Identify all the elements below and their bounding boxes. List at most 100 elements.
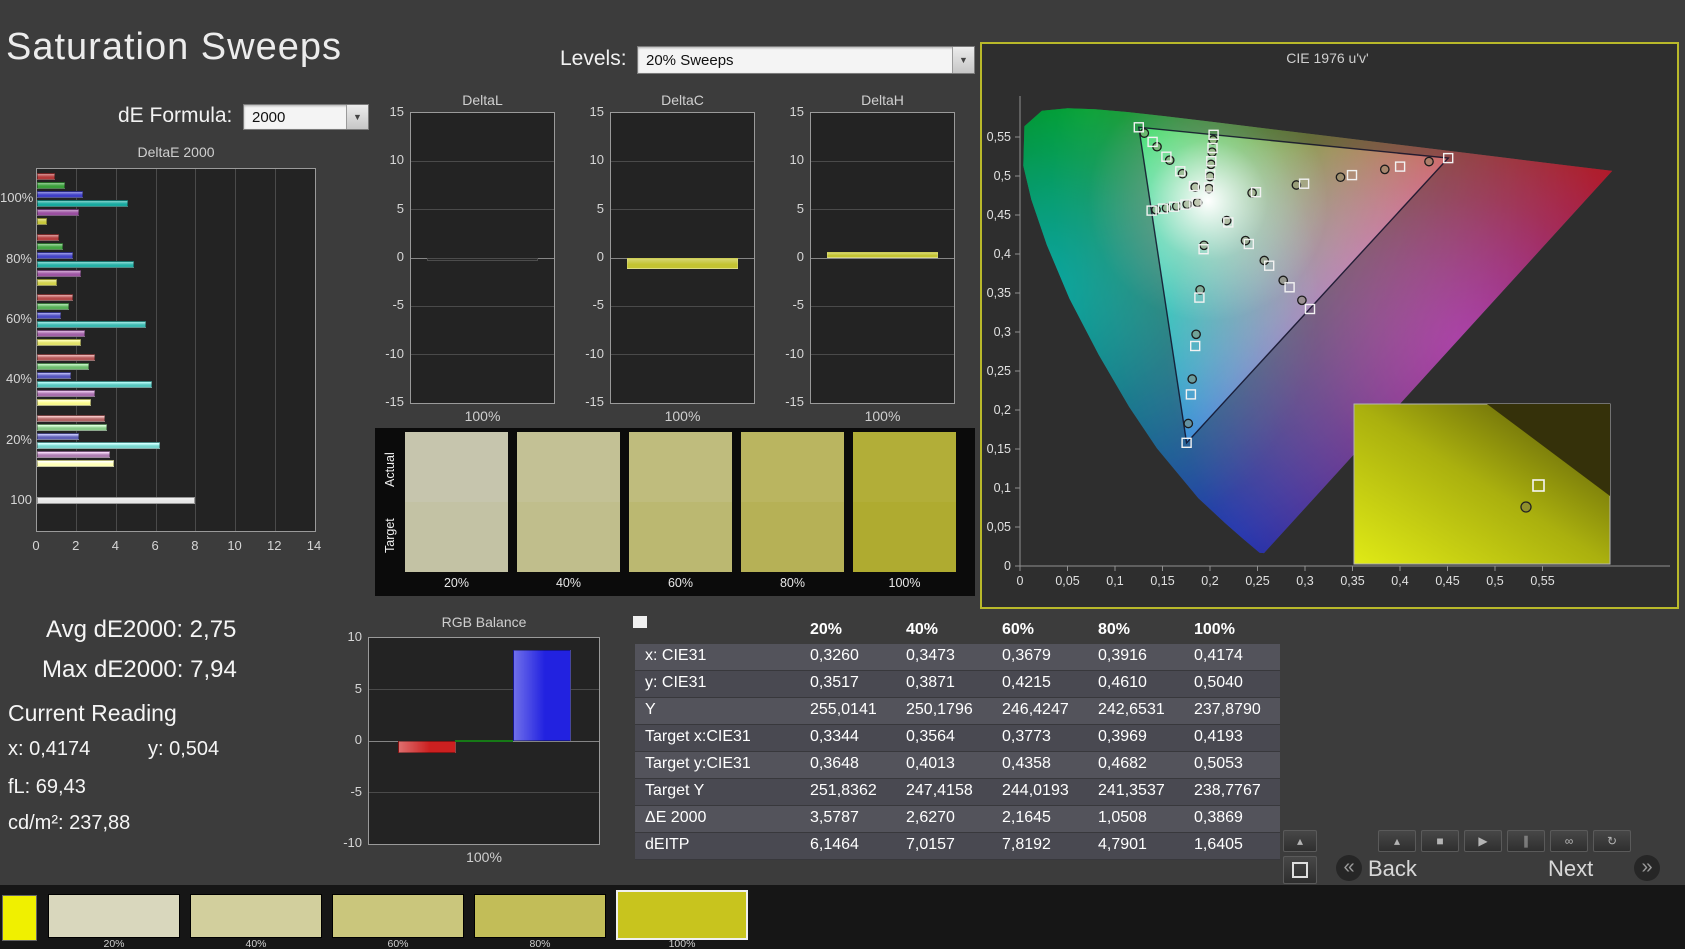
gridline bbox=[611, 160, 754, 162]
current-fl: fL: 69,43 bbox=[8, 776, 86, 798]
level-swatch-80%[interactable] bbox=[474, 894, 606, 938]
table-cell: 0,3517 bbox=[810, 674, 859, 691]
next-chevron-icon[interactable]: » bbox=[1634, 855, 1660, 881]
deltal-chart-title: DeltaL bbox=[462, 92, 503, 108]
deltae-bar-yellow bbox=[37, 278, 57, 286]
deltae-gridline bbox=[76, 169, 78, 531]
table-cell: 0,4358 bbox=[1002, 755, 1051, 772]
sweep-swatch-80% bbox=[741, 432, 844, 572]
svg-text:0,55: 0,55 bbox=[987, 130, 1011, 144]
rgb-y-tick: -10 bbox=[343, 835, 362, 850]
deltaL-y-tick: -15 bbox=[385, 394, 404, 409]
deltac-chart bbox=[610, 112, 755, 404]
gridline bbox=[611, 354, 754, 356]
deltaL-y-tick: -10 bbox=[385, 345, 404, 361]
current-color-swatch bbox=[2, 895, 37, 941]
de-formula-value: 2000 bbox=[252, 108, 286, 126]
table-cell: 0,4610 bbox=[1098, 674, 1147, 691]
deltae-bar-white bbox=[37, 497, 195, 505]
back-chevron-icon[interactable]: « bbox=[1336, 855, 1362, 881]
deltae-bar-green bbox=[37, 302, 69, 310]
play-button[interactable]: ▶ bbox=[1464, 830, 1502, 852]
current-y: y: 0,504 bbox=[148, 738, 220, 760]
cie-measured-point bbox=[1183, 418, 1194, 429]
deltae-y-tick: 40% bbox=[5, 371, 32, 387]
gridline bbox=[411, 209, 554, 211]
level-swatch-60%[interactable] bbox=[332, 894, 464, 938]
table-cell: 1,0508 bbox=[1098, 809, 1147, 826]
sweep-swatch-40% bbox=[517, 432, 620, 572]
deltaL-y-tick: 5 bbox=[396, 200, 404, 216]
refresh-button[interactable]: ↻ bbox=[1593, 830, 1631, 852]
table-row-label: y: CIE31 bbox=[645, 674, 707, 691]
table-cell: 7,8192 bbox=[1002, 836, 1051, 853]
deltaL-y-tick: -5 bbox=[392, 297, 404, 313]
svg-text:0,55: 0,55 bbox=[1530, 574, 1554, 588]
cie-measured-point bbox=[1164, 155, 1175, 166]
swatch-target-half bbox=[629, 502, 732, 572]
gridline bbox=[611, 305, 754, 307]
back-button[interactable]: Back bbox=[1368, 856, 1417, 882]
table-cell: 247,4158 bbox=[906, 782, 973, 799]
deltaH-y-tick: -15 bbox=[785, 394, 804, 409]
swatch-actual-half bbox=[853, 432, 956, 502]
swatch-actual-half bbox=[629, 432, 732, 502]
panel-up-button[interactable]: ▴ bbox=[1283, 830, 1317, 852]
table-cell: 0,3344 bbox=[810, 728, 859, 745]
pause-button[interactable]: ∥ bbox=[1507, 830, 1545, 852]
table-cell: 0,3869 bbox=[1194, 809, 1243, 826]
levels-dropdown[interactable]: 20% Sweeps ▼ bbox=[637, 46, 975, 74]
table-row-label: Target x:CIE31 bbox=[645, 728, 751, 745]
deltae-y-tick: 60% bbox=[5, 310, 32, 326]
deltae-gridline bbox=[115, 169, 117, 531]
rgb-bar-blue bbox=[512, 650, 571, 741]
chevron-down-icon[interactable]: ▼ bbox=[952, 47, 974, 73]
deltae-gridline bbox=[155, 169, 157, 531]
level-swatch-40%[interactable] bbox=[190, 894, 322, 938]
deltaC-y-tick: 5 bbox=[596, 200, 604, 216]
table-row-label: Y bbox=[645, 701, 656, 718]
table-cell: 6,1464 bbox=[810, 836, 859, 853]
de-formula-dropdown[interactable]: 2000 ▼ bbox=[243, 104, 369, 130]
svg-text:0,3: 0,3 bbox=[1296, 574, 1313, 588]
svg-text:0,15: 0,15 bbox=[987, 442, 1011, 456]
table-header: 20% 40% 60% 80% 100% bbox=[635, 618, 1280, 644]
table-cell: 0,3871 bbox=[906, 674, 955, 691]
deltae-y-tick: 20% bbox=[5, 431, 32, 447]
deltae-chart-title: DeltaE 2000 bbox=[137, 144, 215, 160]
screen-button[interactable] bbox=[1283, 856, 1317, 884]
bottom-color-bar: 20% 40% 60% 80% 100% bbox=[0, 885, 1685, 949]
cie-measured-point bbox=[1206, 159, 1216, 170]
table-cell: 238,7767 bbox=[1194, 782, 1261, 799]
saturation-sweeps-page: Saturation Sweeps dE Formula: 2000 ▼ Lev… bbox=[0, 0, 1685, 949]
deltae-x-tick: 14 bbox=[306, 538, 322, 553]
sweep-swatch-label: 20% bbox=[443, 576, 470, 590]
table-cell: 0,4193 bbox=[1194, 728, 1243, 745]
next-button[interactable]: Next bbox=[1548, 856, 1593, 882]
table-row-label: x: CIE31 bbox=[645, 647, 707, 664]
table-row: x: CIE31 0,3260 0,3473 0,3679 0,3916 0,4174 bbox=[635, 644, 1280, 671]
deltae-bar-cyan bbox=[37, 320, 147, 328]
level-swatch-20%[interactable] bbox=[48, 894, 180, 938]
table-cell: 237,8790 bbox=[1194, 701, 1261, 718]
swatch-target-half bbox=[853, 502, 956, 572]
deltaH-y-tick: -5 bbox=[792, 297, 804, 313]
deltae-bar-red bbox=[37, 354, 95, 362]
actual-row-label: Actual bbox=[383, 452, 397, 488]
deltac-chart-title: DeltaC bbox=[661, 92, 704, 108]
measure-button[interactable]: ▴ bbox=[1378, 830, 1416, 852]
svg-text:0,25: 0,25 bbox=[1245, 574, 1269, 588]
svg-text:0,45: 0,45 bbox=[987, 208, 1011, 222]
rgb-balance-title: RGB Balance bbox=[441, 614, 527, 630]
svg-text:0,35: 0,35 bbox=[1340, 574, 1364, 588]
continuous-button[interactable]: ∞ bbox=[1550, 830, 1588, 852]
gridline bbox=[811, 160, 954, 162]
current-cdm2: cd/m²: 237,88 bbox=[8, 812, 131, 834]
level-swatch-100%[interactable] bbox=[616, 890, 748, 940]
table-header-cell bbox=[635, 618, 800, 644]
chevron-down-icon[interactable]: ▼ bbox=[346, 105, 368, 129]
deltaL-y-tick: 15 bbox=[389, 104, 404, 119]
swatch-actual-half bbox=[741, 432, 844, 502]
stop-button[interactable]: ■ bbox=[1421, 830, 1459, 852]
swatch-target-half bbox=[517, 502, 620, 572]
